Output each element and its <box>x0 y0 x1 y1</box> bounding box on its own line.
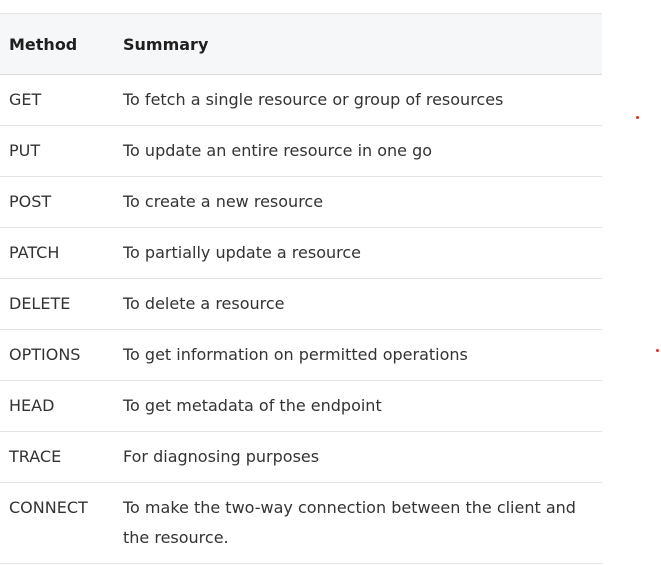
method-cell: DELETE <box>9 294 71 313</box>
method-cell: CONNECT <box>9 498 88 517</box>
table-row: POST To create a new resource <box>0 177 602 228</box>
summary-cell: To delete a resource <box>123 294 285 313</box>
table-row: GET To fetch a single resource or group … <box>0 75 602 126</box>
method-cell: POST <box>9 192 52 211</box>
table-row: PUT To update an entire resource in one … <box>0 126 602 177</box>
table-body: GET To fetch a single resource or group … <box>0 75 602 564</box>
marker-dot <box>656 349 659 352</box>
table-row: CONNECT To make the two-way connection b… <box>0 483 602 564</box>
page: Method Summary GET To fetch a single res… <box>0 0 661 565</box>
summary-cell: To fetch a single resource or group of r… <box>123 90 504 109</box>
summary-cell: To create a new resource <box>123 192 324 211</box>
summary-cell: To partially update a resource <box>123 243 361 262</box>
table-row: HEAD To get metadata of the endpoint <box>0 381 602 432</box>
http-methods-table: Method Summary GET To fetch a single res… <box>0 13 602 564</box>
method-cell: TRACE <box>9 447 62 466</box>
method-cell: OPTIONS <box>9 345 81 364</box>
table-header: Method Summary <box>0 13 602 75</box>
column-header-summary: Summary <box>123 34 209 54</box>
summary-cell: To update an entire resource in one go <box>123 141 433 160</box>
summary-cell: For diagnosing purposes <box>123 447 320 466</box>
method-cell: GET <box>9 90 42 109</box>
table-row: DELETE To delete a resource <box>0 279 602 330</box>
marker-dot <box>636 116 639 119</box>
summary-cell: To get information on permitted operatio… <box>123 345 468 364</box>
method-cell: PATCH <box>9 243 60 262</box>
method-cell: PUT <box>9 141 41 160</box>
table-row: OPTIONS To get information on permitted … <box>0 330 602 381</box>
table-row: PATCH To partially update a resource <box>0 228 602 279</box>
table-row: TRACE For diagnosing purposes <box>0 432 602 483</box>
header-row: Method Summary <box>0 13 602 75</box>
column-header-method: Method <box>9 34 78 54</box>
summary-cell: To make the two-way connection between t… <box>123 498 576 547</box>
method-cell: HEAD <box>9 396 55 415</box>
summary-cell: To get metadata of the endpoint <box>123 396 382 415</box>
